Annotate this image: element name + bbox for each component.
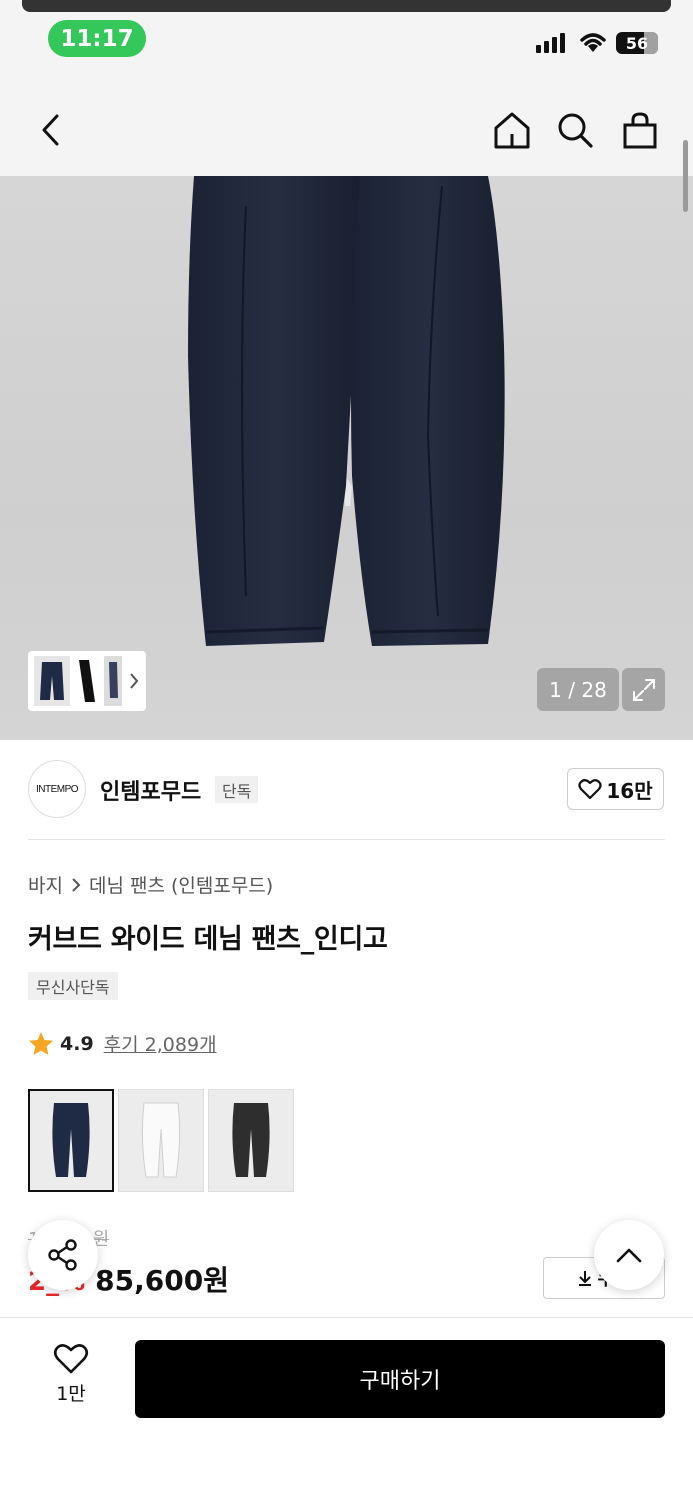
chevron-right-icon: [130, 673, 139, 689]
brand-exclusive-badge: 단독: [215, 776, 259, 803]
thumbnail-strip[interactable]: [28, 651, 146, 711]
chevron-right-icon: [72, 877, 81, 892]
color-options: [28, 1089, 294, 1192]
heart-icon: [53, 1344, 89, 1374]
brand-logo[interactable]: INTEMPO: [28, 760, 86, 818]
breadcrumb-subcategory[interactable]: 데님 팬츠 (인템포무드): [89, 871, 273, 898]
thumbnail-black: [79, 660, 95, 702]
swatch-pants-image: [141, 1102, 181, 1177]
image-pager: 1 / 28: [537, 668, 619, 711]
brand-name[interactable]: 인템포무드: [100, 774, 201, 806]
reviews-link[interactable]: 후기 2,089개: [104, 1030, 217, 1057]
status-time: 11:17: [48, 20, 146, 57]
share-button[interactable]: [28, 1220, 98, 1290]
heart-icon: [578, 779, 602, 800]
battery-indicator: 56: [616, 32, 658, 54]
buy-button[interactable]: 구매하기: [135, 1340, 665, 1418]
brand-like-button[interactable]: 16만: [567, 768, 664, 810]
expand-icon: [632, 678, 655, 701]
color-option-white[interactable]: [118, 1089, 204, 1192]
brand-like-count: 16만: [606, 778, 653, 803]
rating-score: 4.9: [60, 1032, 94, 1055]
star-icon: [29, 1031, 53, 1055]
home-button[interactable]: [490, 108, 534, 152]
thumbnail-side: [104, 656, 122, 706]
chevron-up-icon: [616, 1248, 642, 1263]
search-button[interactable]: [553, 108, 597, 152]
swatch-pants-image: [52, 1102, 90, 1177]
color-option-indigo[interactable]: [28, 1089, 114, 1192]
cart-button[interactable]: [618, 108, 662, 152]
cellular-signal-icon: [536, 33, 565, 53]
top-strip: [22, 0, 671, 12]
share-icon: [48, 1239, 77, 1271]
swatch-pants-image: [232, 1102, 270, 1177]
thumbnail-indigo: [34, 656, 70, 706]
divider: [28, 839, 665, 840]
color-option-charcoal[interactable]: [208, 1089, 294, 1192]
wishlist-button[interactable]: 1만: [40, 1343, 102, 1406]
breadcrumb: 바지 데님 팬츠 (인템포무드): [28, 871, 273, 898]
search-icon: [558, 113, 593, 148]
breadcrumb-category[interactable]: 바지: [28, 871, 63, 898]
expand-button[interactable]: [622, 668, 665, 711]
rating-row: 4.9 후기 2,089개: [28, 1030, 217, 1057]
scroll-top-button[interactable]: [594, 1220, 664, 1290]
wishlist-count: 1만: [56, 1383, 86, 1405]
back-button[interactable]: [30, 110, 70, 150]
shopping-bag-icon: [623, 112, 657, 149]
home-icon: [494, 112, 530, 149]
chevron-left-icon: [42, 114, 59, 146]
sale-price: 85,600원: [95, 1264, 229, 1297]
scroll-indicator: [683, 140, 688, 212]
product-title: 커브드 와이드 데님 팬츠_인디고: [28, 924, 388, 955]
exclusive-badge: 무신사단독: [28, 972, 118, 1000]
download-icon: [579, 1271, 592, 1286]
wifi-icon: [580, 33, 606, 52]
